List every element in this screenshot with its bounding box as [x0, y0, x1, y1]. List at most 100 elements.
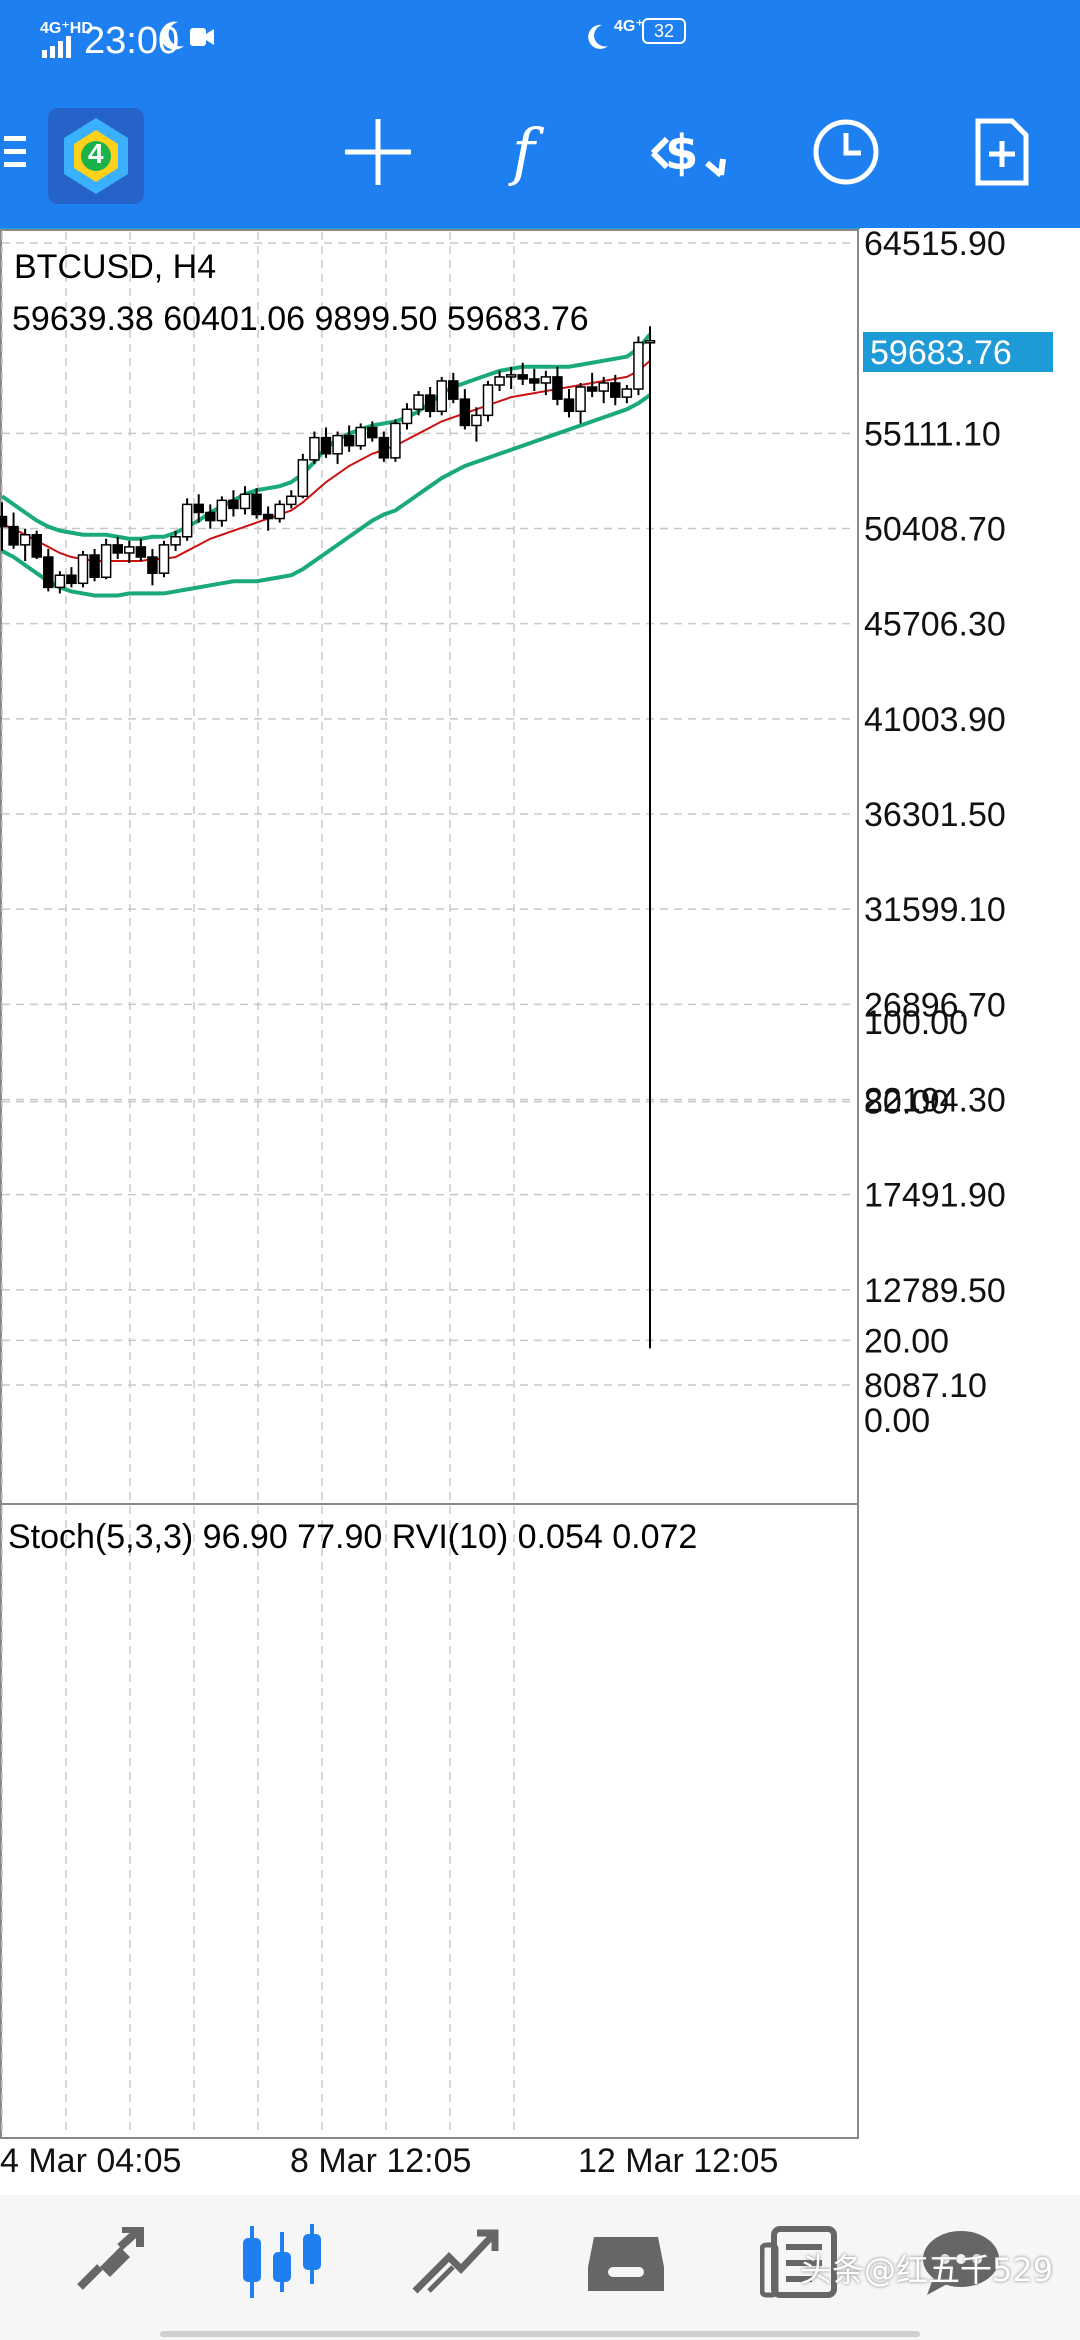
candle: [205, 504, 216, 529]
moon-icon: [158, 18, 188, 59]
indicators-icon: f: [508, 117, 545, 187]
chart-area[interactable]: 64515.90 55111.10 50408.70 45706.30 41003.90…: [0, 228, 1080, 2188]
candle: [471, 407, 482, 442]
candle: [31, 530, 42, 560]
nav-chart[interactable]: [222, 2207, 342, 2317]
candle: [158, 540, 170, 578]
candle: [343, 425, 355, 452]
current-price-label: 59683.76: [870, 334, 1012, 372]
candle: [135, 538, 147, 562]
candle: [633, 336, 644, 396]
stoch-main-line: [2, 1022, 650, 1400]
candle: [43, 548, 54, 592]
candle: [66, 567, 77, 588]
candle: [297, 453, 309, 499]
network-indicator-right: 4G⁺: [614, 18, 644, 35]
time-tick-label: 8 Mar 12:05: [290, 2142, 471, 2180]
candle: [529, 368, 540, 392]
video-icon: [190, 26, 214, 53]
candle: [332, 431, 343, 464]
menu-button[interactable]: [0, 104, 30, 200]
watermark: 头条@红五千529: [800, 2251, 1054, 2289]
price-tick-label: 50408.70: [864, 511, 1006, 549]
nav-history[interactable]: [566, 2207, 686, 2317]
menu-icon: [4, 136, 26, 167]
nav-divider: [160, 2331, 920, 2337]
status-bar: 4G⁺HD 23:00 4G⁺ 32: [0, 0, 1080, 82]
top-toolbar: 4 f $: [0, 82, 1080, 228]
price-tick-label: 41003.90: [864, 701, 1006, 739]
candle: [8, 512, 19, 549]
candle: [586, 372, 598, 398]
oscillator-tick-label: 20.00: [864, 1322, 949, 1360]
price-axis: 64515.90 55111.10 50408.70 45706.30 41003.90…: [864, 228, 1006, 1405]
price-tick-label: 64515.90: [864, 228, 1006, 263]
candle: [262, 506, 274, 531]
quotes-icon: [77, 2227, 144, 2290]
candle: [309, 431, 320, 464]
candle: [320, 427, 332, 458]
clock-icon: [813, 119, 879, 185]
history-button[interactable]: [798, 104, 894, 200]
candle: [181, 498, 193, 541]
indicators-button[interactable]: f: [486, 104, 582, 200]
indicator-label: Stoch(5,3,3) 96.90 77.90 RVI(10) 0.054 0…: [8, 1518, 697, 1556]
candle: [482, 380, 494, 422]
new-document-icon: [975, 118, 1029, 186]
chart-canvas[interactable]: 64515.90 55111.10 50408.70 45706.30 41003.90…: [0, 228, 1080, 2188]
candle: [228, 490, 239, 517]
moon-icon-right: [586, 22, 612, 57]
candle: [239, 486, 251, 515]
oscillator-tick-label: 80.00: [864, 1084, 949, 1122]
candle: [552, 366, 563, 406]
price-tick-label: 31599.10: [864, 891, 1006, 929]
time-tick-label: 12 Mar 12:05: [578, 2142, 778, 2180]
new-order-button[interactable]: [954, 104, 1050, 200]
signal-icon: [42, 36, 76, 63]
candle: [89, 548, 100, 582]
stoch-signal-line: [2, 1030, 650, 1388]
grid-lines: [1, 232, 856, 2136]
candle: [124, 540, 135, 564]
inbox-icon: [588, 2237, 664, 2291]
svg-text:f: f: [508, 117, 545, 187]
candle: [112, 536, 123, 560]
chart-icon: [243, 2224, 321, 2298]
candle: [436, 376, 447, 416]
time-axis: 4 Mar 04:05 8 Mar 12:05 12 Mar 12:05: [0, 2142, 778, 2180]
candle: [459, 389, 471, 430]
candle: [378, 431, 390, 462]
price-tick-label: 8087.10: [864, 1367, 987, 1405]
candle: [355, 423, 366, 450]
price-tick-label: 45706.30: [864, 606, 1006, 644]
candle: [147, 548, 158, 586]
candle: [390, 419, 401, 462]
rvi-line: [2, 1050, 650, 1388]
nav-quotes[interactable]: [50, 2207, 170, 2317]
trade-trend-icon: [412, 2229, 499, 2294]
candle: [563, 389, 575, 418]
crosshair-button[interactable]: [330, 104, 426, 200]
svg-text:$: $: [665, 125, 698, 181]
oscillator-tick-label: 100.00: [864, 1004, 968, 1042]
candle: [100, 538, 112, 580]
candle: [575, 382, 586, 424]
nav-trade[interactable]: [394, 2207, 514, 2317]
battery-icon: 32: [642, 18, 686, 44]
trade-icon: $: [650, 125, 726, 181]
app-logo[interactable]: 4: [48, 108, 144, 204]
ohlc-label: 59639.38 60401.06 9899.50 59683.76: [12, 300, 589, 338]
oscillator-lines: [2, 1022, 650, 1400]
oscillator-tick-label: 0.00: [864, 1402, 930, 1440]
crosshair-icon: [345, 119, 411, 185]
bottom-navigation: 头条@红五千529: [0, 2195, 1080, 2340]
symbol-label: BTCUSD, H4: [14, 248, 216, 286]
trade-button[interactable]: $: [642, 104, 738, 200]
price-tick-label: 17491.90: [864, 1177, 1006, 1215]
time-tick-label: 4 Mar 04:05: [0, 2142, 181, 2180]
candle: [77, 550, 89, 588]
candle: [286, 490, 297, 509]
price-tick-label: 12789.50: [864, 1272, 1006, 1310]
logo-text: 4: [88, 138, 104, 169]
price-tick-label: 36301.50: [864, 796, 1006, 834]
